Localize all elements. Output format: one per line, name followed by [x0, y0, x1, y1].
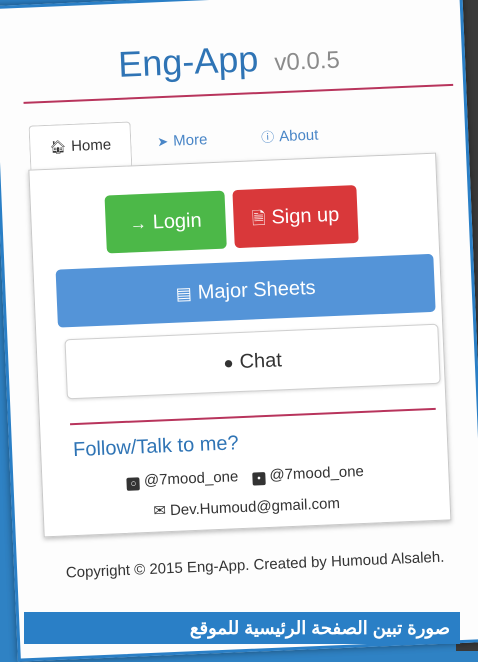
sign-in-icon: →: [129, 213, 148, 234]
document-icon: 🗎: [251, 208, 266, 229]
major-sheets-button[interactable]: ▤ Major Sheets: [55, 253, 436, 328]
panel-divider: [70, 407, 436, 426]
arabic-caption: صورة تبين الصفحة الرئيسية للموقع: [24, 612, 460, 644]
home-panel: → Login 🗎 Sign up ▤ Major Sheets ● Chat Foll…: [28, 152, 452, 538]
chat-button[interactable]: ● Chat: [64, 323, 441, 400]
envelope-icon: ✉: [153, 502, 167, 520]
chat-label: Chat: [239, 349, 283, 374]
tab-home[interactable]: 🏠︎ Home: [28, 121, 133, 171]
app-title: Eng-App v0.0.5: [0, 29, 463, 90]
twitter-icon: •: [252, 472, 266, 486]
app-name: Eng-App: [117, 38, 260, 85]
tab-home-label: Home: [70, 136, 112, 155]
tab-more[interactable]: ➤ More: [156, 118, 208, 164]
twitter-handle[interactable]: @7mood_one: [269, 463, 364, 484]
email-link[interactable]: Dev.Humoud@gmail.com: [170, 495, 341, 519]
list-card-icon: ▤: [175, 284, 193, 304]
screenshot-card: Eng-App v0.0.5 🏠︎ Home ➤ More ⓘ About → Logi…: [0, 0, 478, 662]
rocket-icon: ➤: [156, 133, 169, 150]
copyright-text: Copyright © 2015 Eng-App. Created by Hum…: [65, 548, 445, 582]
app-version: v0.0.5: [273, 46, 341, 77]
signup-button[interactable]: 🗎 Sign up: [232, 185, 359, 249]
chat-bubbles-icon: ●: [222, 353, 235, 373]
social-row: ○ @7mood_one • @7mood_one: [42, 459, 448, 494]
instagram-icon: ○: [126, 477, 141, 491]
tab-about-label: About: [278, 126, 319, 146]
signup-label: Sign up: [271, 203, 340, 229]
follow-heading: Follow/Talk to me?: [72, 432, 240, 462]
tab-about[interactable]: ⓘ About: [260, 114, 319, 160]
major-sheets-label: Major Sheets: [197, 276, 316, 304]
login-label: Login: [152, 209, 203, 234]
instagram-handle[interactable]: @7mood_one: [144, 468, 239, 489]
email-row: ✉ Dev.Humoud@gmail.com: [43, 489, 449, 524]
info-icon: ⓘ: [260, 129, 275, 145]
home-icon: 🏠︎: [49, 139, 67, 155]
login-button[interactable]: → Login: [104, 190, 227, 254]
tab-more-label: More: [172, 131, 208, 150]
